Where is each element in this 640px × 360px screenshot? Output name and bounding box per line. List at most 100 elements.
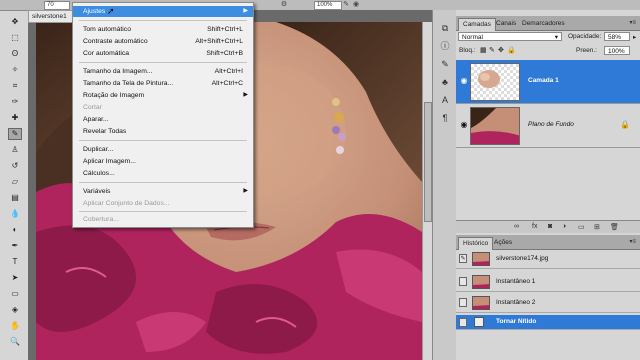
dodge-tool-icon[interactable]: ◐	[9, 225, 21, 235]
path-select-tool-icon[interactable]: ➤	[9, 273, 21, 283]
eyedropper-tool-icon[interactable]: ✑	[9, 97, 21, 107]
menu-item-auto-color[interactable]: Cor automática Shift+Ctrl+B	[73, 48, 253, 59]
history-brush-source-icon[interactable]	[459, 277, 467, 286]
layer-thumb-image	[478, 70, 500, 88]
history-thumbnail	[472, 275, 490, 289]
menu-item-auto-contrast[interactable]: Contraste automático Alt+Shift+Ctrl+L	[73, 36, 253, 47]
menu-separator	[79, 182, 247, 183]
document-tab[interactable]: silverstone1	[28, 10, 77, 23]
history-brush-source-icon[interactable]: ✎	[459, 254, 467, 263]
menu-item-ajustes[interactable]: Ajustes ▶	[73, 6, 253, 17]
options-brush-icon[interactable]: ✎	[342, 1, 350, 9]
marquee-tool-icon[interactable]: ⬚	[9, 33, 21, 43]
history-item[interactable]: Tornar Nítido	[456, 315, 640, 330]
move-tool-icon[interactable]: ✥	[9, 17, 21, 27]
character-panel-icon[interactable]: A	[439, 94, 451, 106]
mouse-cursor-icon: ➚	[107, 6, 115, 16]
tab-demarcadores[interactable]: Demarcadores	[518, 18, 569, 30]
eraser-tool-icon[interactable]: ▱	[9, 177, 21, 187]
history-brush-source-icon[interactable]	[459, 318, 467, 327]
menu-item-image-size[interactable]: Tamanho da Imagem... Alt+Ctrl+I	[73, 66, 253, 77]
hand-tool-icon[interactable]: ✋	[9, 321, 21, 331]
layer-thumb-image	[471, 108, 519, 144]
lasso-tool-icon[interactable]: ʘ	[9, 49, 21, 59]
lock-all-icon[interactable]: 🔒	[507, 46, 516, 54]
eye-icon[interactable]: ◉	[459, 76, 469, 85]
menu-item-apply-image[interactable]: Aplicar Imagem...	[73, 156, 253, 167]
menu-item-trim[interactable]: Aparar...	[73, 114, 253, 125]
history-brush-source-icon[interactable]	[459, 298, 467, 307]
menu-item-auto-tone[interactable]: Tom automático Shift+Ctrl+L	[73, 24, 253, 35]
panel-icon-strip: ⧉ ⓘ ✎ ♣ A ¶	[432, 10, 458, 360]
menu-item-canvas-size[interactable]: Tamanho da Tela de Pintura... Alt+Ctrl+C	[73, 78, 253, 89]
menu-item-trap: Cobertura...	[83, 216, 119, 223]
options-gear-icon[interactable]: ⚙	[280, 1, 288, 9]
image-menu: Ajustes ▶ Tom automático Shift+Ctrl+L Cont…	[72, 2, 254, 228]
history-item[interactable]: Instantâneo 1	[456, 273, 640, 292]
history-item[interactable]: Instantâneo 2	[456, 294, 640, 313]
pen-tool-icon[interactable]: ✒	[9, 241, 21, 251]
zoom-tool-icon[interactable]: 🔍	[9, 337, 21, 347]
menu-item-duplicate[interactable]: Duplicar...	[73, 144, 253, 155]
fill-field[interactable]: 100%	[604, 46, 630, 55]
layer-thumbnail	[470, 107, 520, 145]
group-icon[interactable]: ▭	[578, 223, 585, 231]
layer-row[interactable]: ◉ Plano de Fundo 🔒	[456, 104, 640, 148]
gradient-tool-icon[interactable]: ▤	[9, 193, 21, 203]
layer-mask-icon[interactable]: ◙	[548, 223, 552, 230]
healing-tool-icon[interactable]: ✚	[9, 113, 21, 123]
adjustment-layer-icon[interactable]: ◑	[562, 223, 566, 230]
history-label: silverstone174.jpg	[496, 255, 549, 262]
eye-icon[interactable]: ◉	[459, 120, 469, 129]
menu-item-reveal-all[interactable]: Revelar Todas	[73, 126, 253, 137]
tab-acoes[interactable]: Ações	[490, 237, 516, 249]
tools-panel: ✥ ⬚ ʘ ✧ ⌗ ✑ ✚ ✎ ♙ ↺ ▱ ▤ 💧 ◐ ✒ T ➤ ▭ ◈ ✋ …	[0, 11, 29, 360]
history-panel-icon[interactable]: ⧉	[439, 22, 451, 34]
menu-item-calculations[interactable]: Cálculos...	[73, 168, 253, 179]
menu-item-image-rotation[interactable]: Rotação de Imagem ▶	[73, 90, 253, 101]
quick-select-tool-icon[interactable]: ✧	[9, 65, 21, 75]
blend-mode-select[interactable]: Normal ▾	[458, 32, 562, 41]
lock-position-icon[interactable]: ✥	[498, 46, 504, 54]
brush-tool-icon[interactable]: ✎	[8, 128, 22, 140]
panel-menu-icon[interactable]: ▾≡	[629, 19, 636, 26]
clone-panel-icon[interactable]: ♣	[439, 76, 451, 88]
new-layer-icon[interactable]: ⊞	[594, 223, 600, 231]
menu-separator	[79, 62, 247, 63]
tab-canais[interactable]: Canais	[492, 18, 520, 30]
type-tool-icon[interactable]: T	[9, 257, 21, 267]
fill-label: Preen.:	[576, 47, 597, 54]
history-tabs: Histórico Ações ▾≡	[456, 235, 640, 250]
tab-historico[interactable]: Histórico	[458, 237, 494, 250]
layer-name[interactable]: Camada 1	[528, 77, 559, 84]
options-size-field[interactable]: 70	[44, 1, 70, 10]
shape-tool-icon[interactable]: ▭	[9, 289, 21, 299]
layer-row[interactable]: ◉ Camada 1	[456, 60, 640, 104]
stamp-tool-icon[interactable]: ♙	[9, 145, 21, 155]
lock-transparency-icon[interactable]: ▦	[480, 46, 487, 54]
link-layers-icon[interactable]: ∞	[514, 223, 519, 230]
layer-name[interactable]: Plano de Fundo	[528, 121, 574, 128]
scroll-thumb[interactable]	[424, 102, 432, 222]
history-menu-icon[interactable]: ▾≡	[629, 238, 636, 245]
history-item[interactable]: ✎ silverstone174.jpg	[456, 250, 640, 269]
layer-thumbnail	[470, 63, 520, 101]
crop-tool-icon[interactable]: ⌗	[9, 81, 21, 91]
history-brush-tool-icon[interactable]: ↺	[9, 161, 21, 171]
tab-camadas[interactable]: Camadas	[458, 18, 496, 31]
brush-panel-icon[interactable]: ✎	[439, 58, 451, 70]
right-panels: Camadas Canais Demarcadores ▾≡ Normal ▾ O…	[456, 10, 640, 360]
options-zoom-field[interactable]: 100%	[314, 1, 342, 10]
opacity-arrow-icon[interactable]: ▸	[633, 33, 636, 41]
lock-pixels-icon[interactable]: ✎	[489, 46, 495, 54]
paragraph-panel-icon[interactable]: ¶	[439, 112, 451, 124]
blur-tool-icon[interactable]: 💧	[9, 209, 21, 219]
delete-layer-icon[interactable]: 🗑	[610, 223, 619, 231]
opacity-field[interactable]: 58%	[604, 32, 630, 41]
options-tablet-icon[interactable]: ◉	[352, 1, 360, 9]
info-panel-icon[interactable]: ⓘ	[439, 40, 451, 52]
menu-item-variables[interactable]: Variáveis ▶	[73, 186, 253, 197]
layer-style-icon[interactable]: fx	[532, 223, 537, 230]
menu-separator	[79, 211, 247, 212]
3d-tool-icon[interactable]: ◈	[9, 305, 21, 315]
